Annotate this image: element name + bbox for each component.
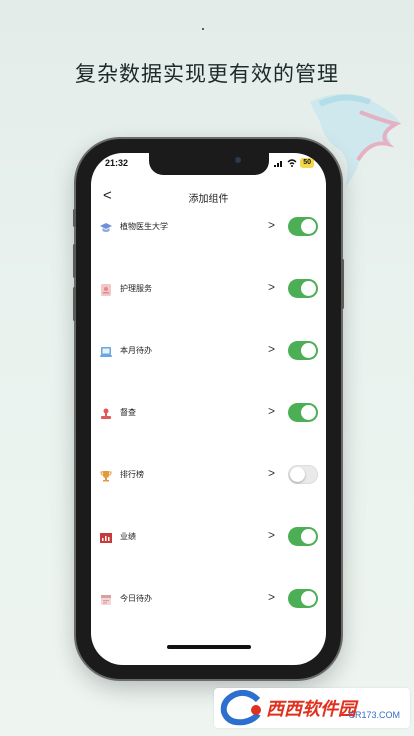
phone-side-button xyxy=(73,244,76,278)
laptop-icon xyxy=(99,345,113,359)
enable-toggle[interactable] xyxy=(288,589,318,608)
watermark-subtext: CR173.COM xyxy=(348,710,400,720)
phone-notch xyxy=(149,153,269,175)
phone-side-button xyxy=(73,209,76,227)
signal-icon xyxy=(274,160,283,167)
list-item-label: 护理服务 xyxy=(120,284,152,293)
chevron-right-icon[interactable]: > xyxy=(268,466,275,480)
list-item[interactable]: 护理服务 > xyxy=(91,275,326,305)
watermark-c-icon xyxy=(220,690,261,726)
calendar-icon xyxy=(99,593,113,607)
battery-indicator: 50 xyxy=(300,158,314,168)
list-item-label: 排行榜 xyxy=(120,470,144,479)
phone-side-button xyxy=(73,287,76,321)
list-item[interactable]: 排行榜 > xyxy=(91,461,326,491)
stamp-icon xyxy=(99,407,113,421)
enable-toggle[interactable] xyxy=(288,403,318,422)
list-item-label: 业绩 xyxy=(120,532,136,541)
enable-toggle[interactable] xyxy=(288,465,318,484)
badge-icon xyxy=(99,283,113,297)
nav-bar: < 添加组件 xyxy=(91,187,326,209)
chevron-right-icon[interactable]: > xyxy=(268,280,275,294)
toggle-knob xyxy=(301,281,316,296)
chevron-right-icon[interactable]: > xyxy=(268,590,275,604)
chevron-right-icon[interactable]: > xyxy=(268,342,275,356)
status-indicators: 50 xyxy=(274,158,314,168)
enable-toggle[interactable] xyxy=(288,527,318,546)
list-item-label: 督查 xyxy=(120,408,136,417)
decorative-dot xyxy=(202,28,204,30)
list-item[interactable]: 今日待办 > xyxy=(91,585,326,615)
enable-toggle[interactable] xyxy=(288,217,318,236)
bar-chart-icon xyxy=(99,531,113,545)
list-item-label: 本月待办 xyxy=(120,346,152,355)
list-item-label: 植物医生大学 xyxy=(120,222,168,231)
list-item[interactable]: 督查 > xyxy=(91,399,326,429)
list-item[interactable]: 植物医生大学 > xyxy=(91,213,326,243)
toggle-knob xyxy=(301,591,316,606)
enable-toggle[interactable] xyxy=(288,341,318,360)
status-time: 21:32 xyxy=(105,158,129,168)
wifi-icon xyxy=(287,159,297,167)
watermark-text: 西西软件园 xyxy=(266,699,356,719)
chevron-right-icon[interactable]: > xyxy=(268,528,275,542)
list-item-label: 今日待办 xyxy=(120,594,152,603)
phone-screen: 21:32 50 < 添加组件 植物医生大学 > 护理服务 > 本月待办 > 督查 > 排 xyxy=(91,153,326,665)
toggle-knob xyxy=(301,219,316,234)
toggle-knob xyxy=(301,343,316,358)
graduation-cap-icon xyxy=(99,221,113,235)
phone-frame: 21:32 50 < 添加组件 植物医生大学 > 护理服务 > 本月待办 > 督查 > 排 xyxy=(73,139,344,679)
list-item[interactable]: 本月待办 > xyxy=(91,337,326,367)
chevron-right-icon[interactable]: > xyxy=(268,404,275,418)
list-item[interactable]: 业绩 > xyxy=(91,523,326,553)
enable-toggle[interactable] xyxy=(288,279,318,298)
phone-side-button xyxy=(341,259,344,309)
home-indicator xyxy=(167,645,251,649)
watermark-logo: 西西软件园 CR173.COM xyxy=(214,688,410,728)
camera-icon xyxy=(235,157,241,163)
toggle-knob xyxy=(301,405,316,420)
trophy-icon xyxy=(99,469,113,483)
chevron-right-icon[interactable]: > xyxy=(268,218,275,232)
toggle-knob xyxy=(301,529,316,544)
page-title: 添加组件 xyxy=(188,194,229,205)
toggle-knob xyxy=(290,467,305,482)
